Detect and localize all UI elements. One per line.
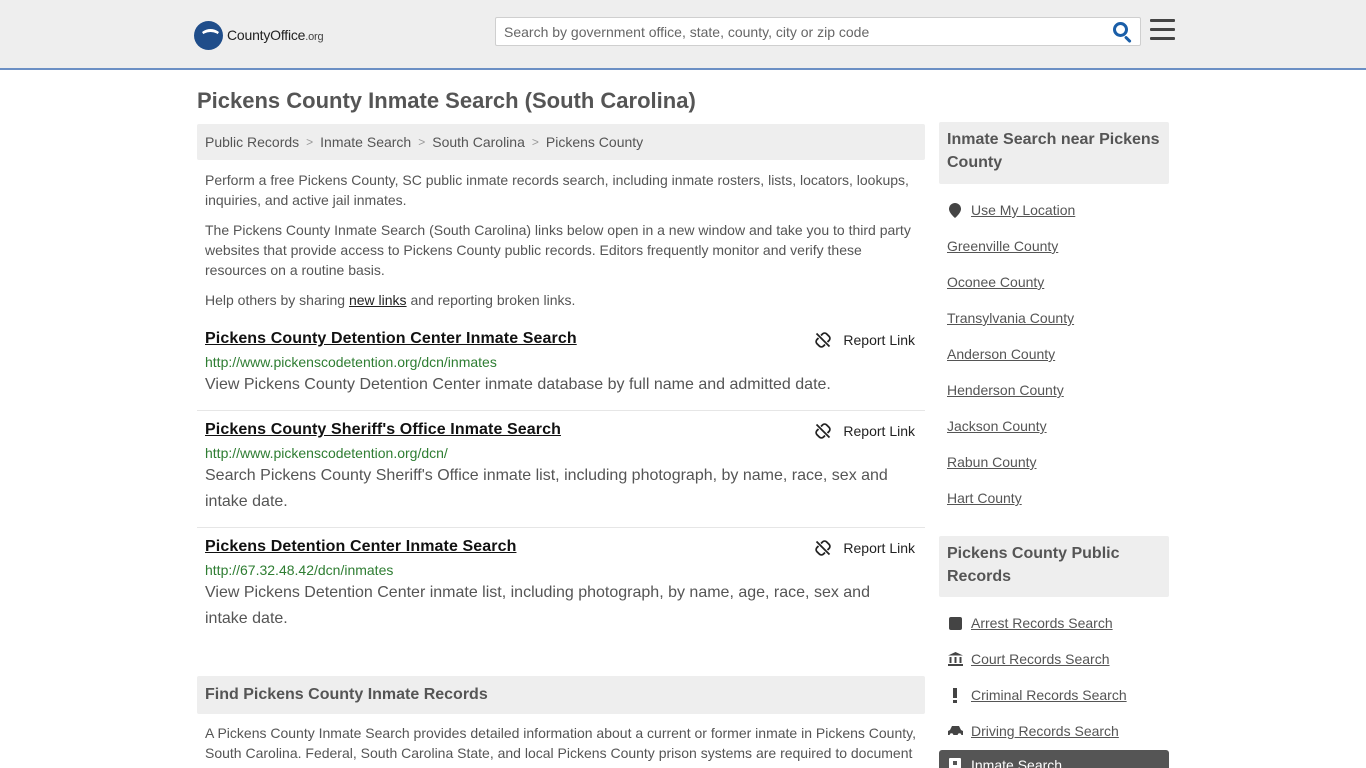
breadcrumb-county[interactable]: Pickens County <box>546 134 643 150</box>
sidebar-item-court-records[interactable]: Court Records Search <box>947 641 1169 677</box>
sidebar-item-county[interactable]: Transylvania County <box>947 300 1169 336</box>
site-logo[interactable]: CountyOffice.org <box>194 20 324 50</box>
intro-paragraph: Perform a free Pickens County, SC public… <box>205 172 909 208</box>
breadcrumb-inmate-search[interactable]: Inmate Search <box>320 134 411 150</box>
intro-paragraph: The Pickens County Inmate Search (South … <box>205 222 911 278</box>
resource-link-item: Pickens Detention Center Inmate Search h… <box>197 538 925 638</box>
sidebar-records-list: Arrest Records Search Court Records Sear… <box>947 605 1169 749</box>
breadcrumb-state[interactable]: South Carolina <box>432 134 525 150</box>
resource-link-title[interactable]: Pickens Detention Center Inmate Search <box>205 538 917 556</box>
breadcrumb-separator-icon: > <box>306 135 314 149</box>
breadcrumb-separator-icon: > <box>531 135 539 149</box>
breadcrumb: Public Records > Inmate Search > South C… <box>197 124 925 160</box>
sidebar-item-county[interactable]: Henderson County <box>947 372 1169 408</box>
search-bar <box>495 17 1141 46</box>
intro-text: Perform a free Pickens County, SC public… <box>197 170 925 320</box>
report-link-button[interactable]: Report Link <box>815 423 915 439</box>
hamburger-menu-icon[interactable] <box>1150 19 1175 41</box>
resource-link-url: http://www.pickenscodetention.org/dcn/in… <box>205 354 497 370</box>
car-icon <box>947 723 963 739</box>
broken-link-icon <box>815 332 832 348</box>
county-seal-icon <box>194 20 223 50</box>
intro-paragraph: Help others by sharing new links and rep… <box>205 292 576 308</box>
new-links-link[interactable]: new links <box>349 292 407 308</box>
report-link-button[interactable]: Report Link <box>815 332 915 348</box>
resource-link-title[interactable]: Pickens County Detention Center Inmate S… <box>205 330 917 348</box>
sidebar-nearby-heading: Inmate Search near Pickens County <box>939 122 1169 184</box>
sidebar-item-county[interactable]: Anderson County <box>947 336 1169 372</box>
resource-link-description: View Pickens Detention Center inmate lis… <box>205 584 870 627</box>
report-link-button[interactable]: Report Link <box>815 540 915 556</box>
resource-link-title[interactable]: Pickens County Sheriff's Office Inmate S… <box>205 421 917 439</box>
sidebar-item-arrest-records[interactable]: Arrest Records Search <box>947 605 1169 641</box>
broken-link-icon <box>815 540 832 556</box>
resource-link-url: http://67.32.48.42/dcn/inmates <box>205 562 394 578</box>
sidebar-item-county[interactable]: Jackson County <box>947 408 1169 444</box>
sidebar-nearby-list: Use My Location Greenville County Oconee… <box>947 192 1169 516</box>
exclamation-icon <box>947 687 963 703</box>
search-input[interactable] <box>496 18 1106 45</box>
resource-link-url: http://www.pickenscodetention.org/dcn/ <box>205 445 448 461</box>
resource-link-description: Search Pickens County Sheriff's Office i… <box>205 467 888 510</box>
logo-text: CountyOffice.org <box>227 27 324 43</box>
courthouse-icon <box>947 651 963 667</box>
sidebar-item-driving-records[interactable]: Driving Records Search <box>947 713 1169 749</box>
sidebar-item-county[interactable]: Greenville County <box>947 228 1169 264</box>
resource-link-description: View Pickens County Detention Center inm… <box>205 376 831 393</box>
sidebar-item-county[interactable]: Rabun County <box>947 444 1169 480</box>
top-header: CountyOffice.org <box>0 0 1366 70</box>
location-pin-icon <box>947 202 963 218</box>
page-title: Pickens County Inmate Search (South Caro… <box>197 88 696 113</box>
sidebar-item-county[interactable]: Hart County <box>947 480 1169 516</box>
sidebar-item-criminal-records[interactable]: Criminal Records Search <box>947 677 1169 713</box>
resource-link-item: Pickens County Sheriff's Office Inmate S… <box>197 421 925 528</box>
sidebar-item-use-my-location[interactable]: Use My Location <box>947 192 1169 228</box>
inmate-icon <box>947 757 963 768</box>
find-records-body: A Pickens County Inmate Search provides … <box>205 725 916 761</box>
sidebar-item-inmate-search-active[interactable]: Inmate Search <box>939 750 1169 768</box>
broken-link-icon <box>815 423 832 439</box>
resource-link-item: Pickens County Detention Center Inmate S… <box>197 330 925 411</box>
breadcrumb-public-records[interactable]: Public Records <box>205 134 299 150</box>
search-button[interactable] <box>1112 22 1134 44</box>
arrest-icon <box>947 615 963 631</box>
breadcrumb-separator-icon: > <box>418 135 426 149</box>
sidebar-records-heading: Pickens County Public Records <box>939 536 1169 597</box>
sidebar-item-county[interactable]: Oconee County <box>947 264 1169 300</box>
find-records-heading: Find Pickens County Inmate Records <box>197 676 925 714</box>
